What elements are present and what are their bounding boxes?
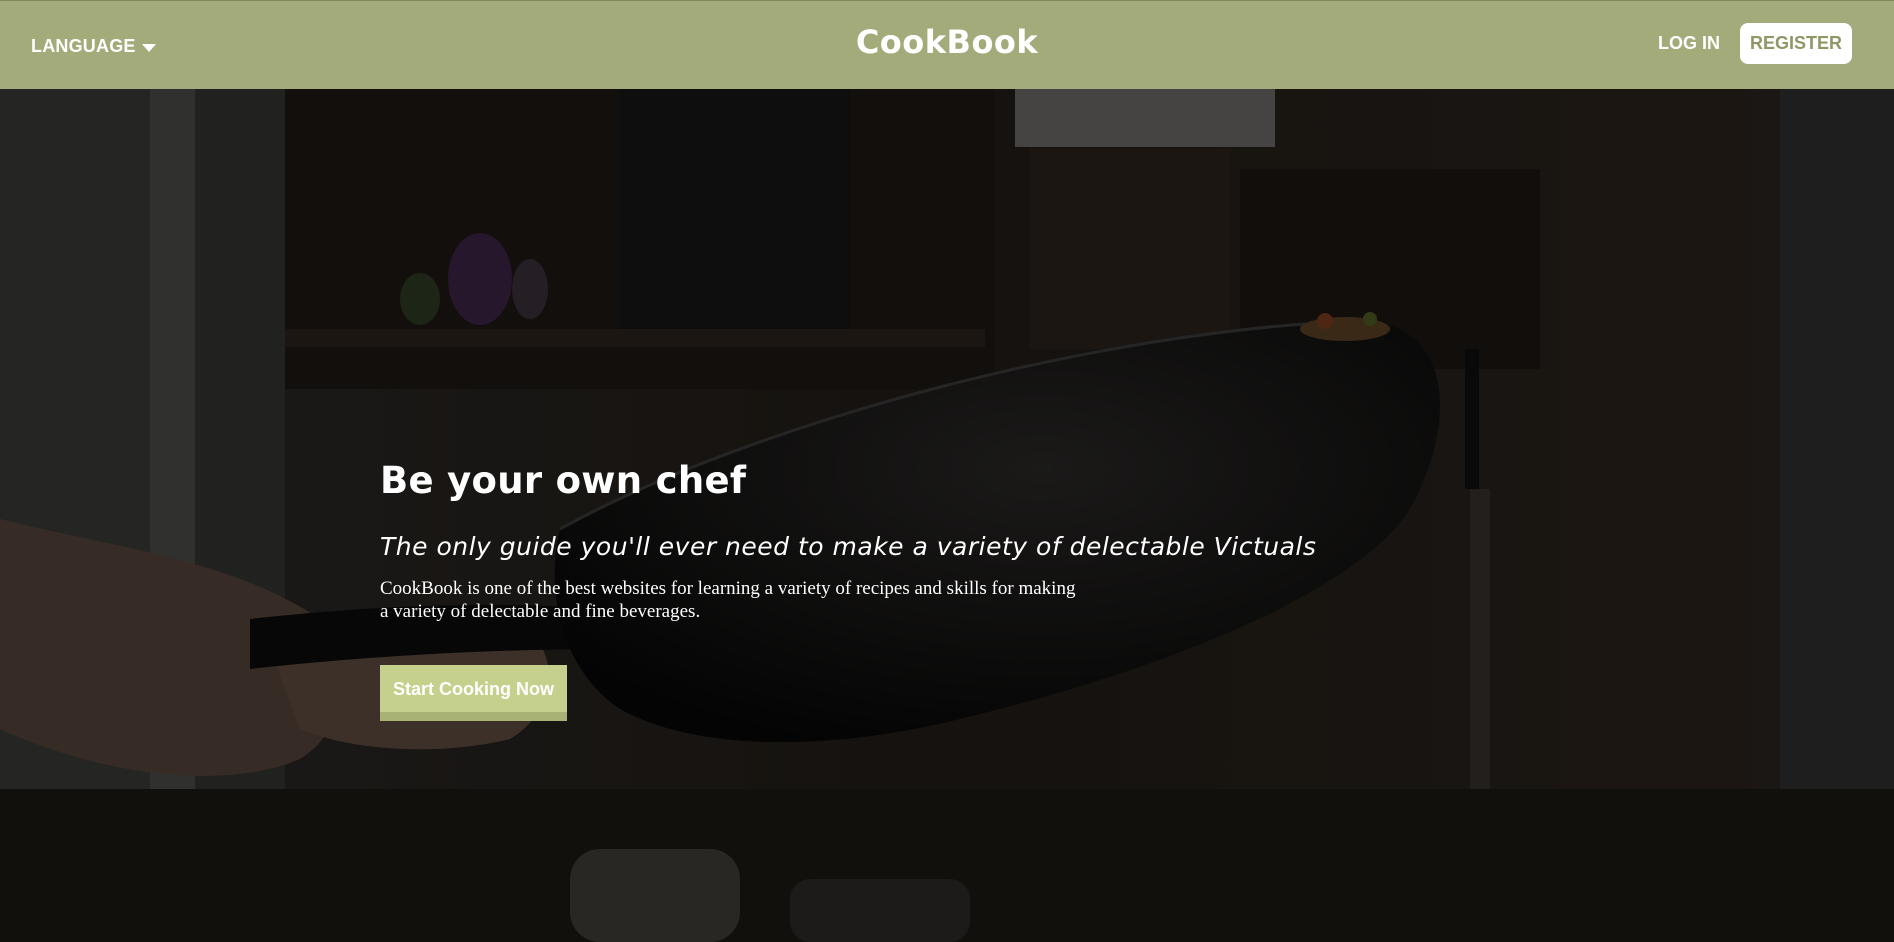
auth-actions: LOG IN REGISTER	[1658, 23, 1852, 64]
brand-logo[interactable]: CookBook	[856, 23, 1038, 61]
start-cooking-button[interactable]: Start Cooking Now	[380, 665, 567, 721]
caret-down-icon	[141, 44, 156, 52]
hero-content: Be your own chef The only guide you'll e…	[380, 459, 1480, 721]
language-label: LANGUAGE	[31, 36, 136, 56]
brand-container: CookBook	[0, 23, 1894, 61]
login-link[interactable]: LOG IN	[1658, 33, 1720, 54]
hero-title: Be your own chef	[380, 459, 747, 502]
register-button[interactable]: REGISTER	[1739, 23, 1852, 64]
hero-description: CookBook is one of the best websites for…	[380, 578, 1076, 622]
hero-section: Be your own chef The only guide you'll e…	[0, 89, 1894, 942]
hero-subtitle: The only guide you'll ever need to make …	[380, 532, 1317, 561]
top-navbar: LANGUAGE CookBook LOG IN REGISTER	[0, 0, 1894, 89]
language-dropdown[interactable]: LANGUAGE	[31, 36, 156, 57]
